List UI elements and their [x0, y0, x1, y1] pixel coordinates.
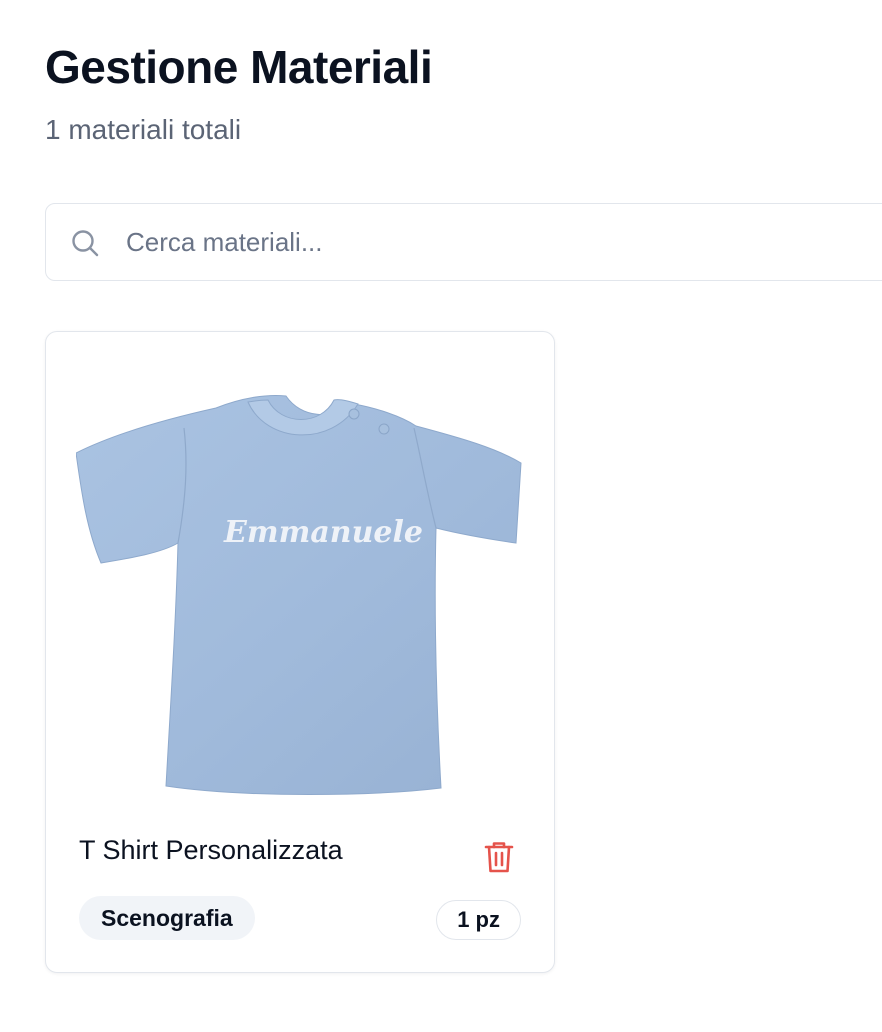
category-badge: Scenografia: [79, 896, 255, 940]
materials-page: Gestione Materiali 1 materiali totali Ce…: [0, 0, 882, 1032]
search-icon: [72, 230, 99, 257]
materials-count: 1 materiali totali: [45, 114, 242, 145]
search-bar[interactable]: [45, 203, 882, 281]
svg-text:Emmanuele: Emmanuele: [223, 515, 423, 550]
quantity-badge: 1 pz: [436, 900, 521, 940]
trash-icon: [484, 842, 514, 873]
search-input[interactable]: [126, 204, 826, 280]
material-name: T Shirt Personalizzata: [79, 835, 343, 865]
delete-button[interactable]: [483, 840, 515, 874]
page-title: Gestione Materiali: [45, 41, 433, 93]
t-shirt-image: Emmanuele: [76, 395, 522, 795]
material-card[interactable]: Emmanuele T Shirt Personalizzata Scenogr…: [45, 331, 555, 973]
